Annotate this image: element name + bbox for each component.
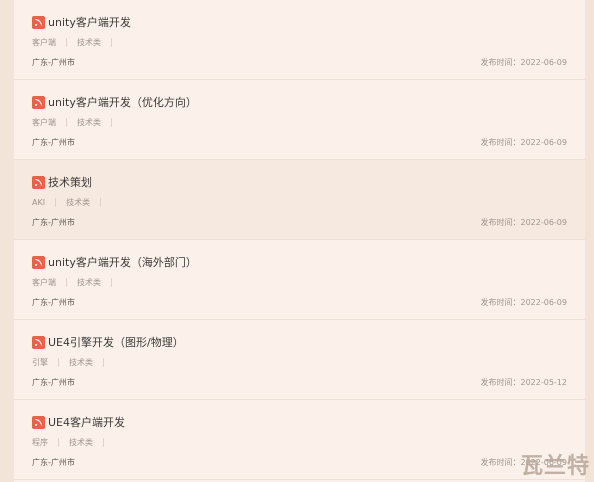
job-icon (32, 175, 45, 189)
job-list: unity客户端开发 客户端 技术类 广东-广州市 发布时间：2022-06-0… (14, 0, 585, 482)
job-tag: 技术类 (77, 118, 101, 127)
job-title-row[interactable]: unity客户端开发 (32, 14, 131, 30)
job-date: 发布时间：2022-06-09 (480, 458, 568, 467)
job-title-row[interactable]: unity客户端开发（海外部门） (32, 254, 197, 270)
job-location: 广东-广州市 (32, 58, 75, 67)
job-date: 发布时间：2022-05-12 (480, 378, 568, 387)
tag-divider (111, 278, 112, 287)
job-location: 广东-广州市 (32, 218, 75, 227)
tag-divider (58, 438, 59, 447)
job-title-row[interactable]: UE4客户端开发 (32, 414, 125, 430)
job-title[interactable]: unity客户端开发（海外部门） (48, 254, 197, 270)
job-date: 发布时间：2022-06-09 (480, 218, 568, 227)
tag-divider (66, 278, 67, 287)
job-title-row[interactable]: 技术策划 (32, 174, 92, 190)
job-item[interactable]: unity客户端开发（优化方向） 客户端 技术类 广东-广州市 发布时间：202… (14, 80, 585, 160)
job-item[interactable]: UE4客户端开发 程序 技术类 广东-广州市 发布时间：2022-06-09 (14, 400, 585, 480)
job-location: 广东-广州市 (32, 298, 75, 307)
job-tag: 客户端 (32, 38, 56, 47)
job-tags: AKI 技术类 (32, 197, 111, 208)
job-title[interactable]: UE4客户端开发 (48, 414, 125, 430)
tag-divider (58, 358, 59, 367)
job-tags: 客户端 技术类 (32, 37, 122, 48)
job-title[interactable]: 技术策划 (48, 174, 92, 190)
job-tags: 客户端 技术类 (32, 277, 122, 288)
scrollbar[interactable] (585, 0, 591, 482)
job-tag: 客户端 (32, 278, 56, 287)
job-date: 发布时间：2022-06-09 (480, 58, 568, 67)
job-date: 发布时间：2022-06-09 (480, 138, 568, 147)
job-item[interactable]: UE4引擎开发（图形/物理） 引擎 技术类 广东-广州市 发布时间：2022-0… (14, 320, 585, 400)
tag-divider (103, 358, 104, 367)
job-icon (32, 415, 45, 429)
job-tag: 技术类 (69, 358, 93, 367)
job-item[interactable]: unity客户端开发（海外部门） 客户端 技术类 广东-广州市 发布时间：202… (14, 240, 585, 320)
job-tags: 引擎 技术类 (32, 357, 114, 368)
job-tag: 技术类 (77, 278, 101, 287)
tag-divider (66, 118, 67, 127)
tag-divider (111, 38, 112, 47)
job-tag: 客户端 (32, 118, 56, 127)
job-tag: 程序 (32, 438, 48, 447)
job-icon (32, 95, 45, 109)
job-title[interactable]: unity客户端开发 (48, 14, 131, 30)
job-tags: 客户端 技术类 (32, 117, 122, 128)
job-tag: 技术类 (77, 38, 101, 47)
job-item[interactable]: unity客户端开发 客户端 技术类 广东-广州市 发布时间：2022-06-0… (14, 0, 585, 80)
job-tag: AKI (32, 198, 46, 207)
job-icon (32, 335, 45, 349)
job-location: 广东-广州市 (32, 458, 75, 467)
tag-divider (111, 118, 112, 127)
job-icon (32, 15, 45, 29)
job-location: 广东-广州市 (32, 378, 75, 387)
job-item[interactable]: 技术策划 AKI 技术类 广东-广州市 发布时间：2022-06-09 (14, 160, 585, 240)
tag-divider (100, 198, 102, 207)
job-list-page: unity客户端开发 客户端 技术类 广东-广州市 发布时间：2022-06-0… (0, 0, 594, 482)
tag-divider (66, 38, 67, 47)
job-title-row[interactable]: UE4引擎开发（图形/物理） (32, 334, 184, 350)
job-tags: 程序 技术类 (32, 437, 114, 448)
job-location: 广东-广州市 (32, 138, 75, 147)
job-icon (32, 255, 45, 269)
job-tag: 引擎 (32, 358, 48, 367)
job-date: 发布时间：2022-06-09 (480, 298, 568, 307)
tag-divider (103, 438, 104, 447)
job-title[interactable]: UE4引擎开发（图形/物理） (48, 334, 184, 350)
job-title-row[interactable]: unity客户端开发（优化方向） (32, 94, 197, 110)
job-tag: 技术类 (69, 438, 93, 447)
tag-divider (55, 198, 57, 207)
job-title[interactable]: unity客户端开发（优化方向） (48, 94, 197, 110)
job-tag: 技术类 (66, 198, 91, 207)
